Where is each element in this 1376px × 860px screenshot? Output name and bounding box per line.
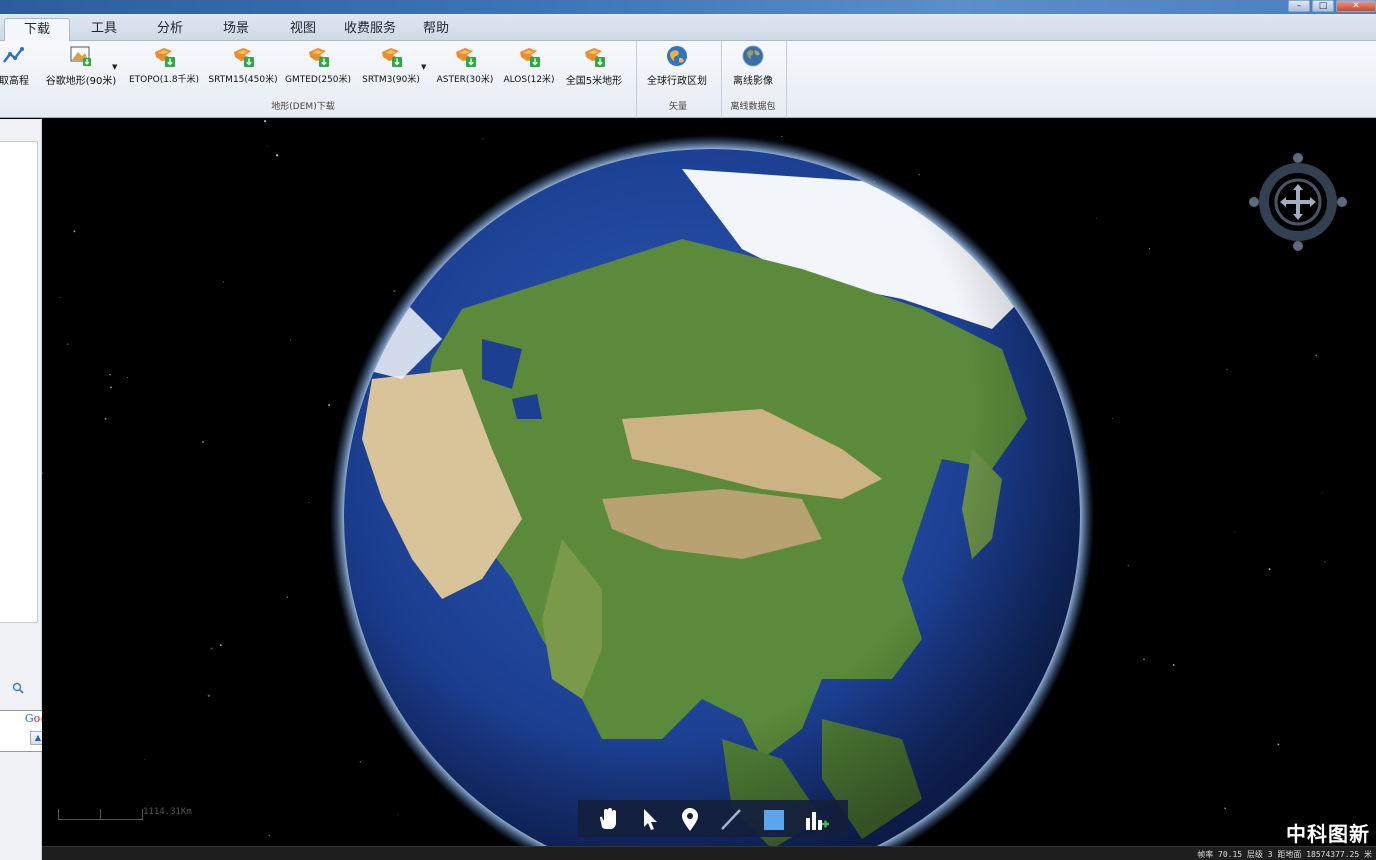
button-label: ASTER(30米) — [436, 75, 494, 85]
chart-add-icon[interactable] — [800, 804, 830, 834]
window-titlebar: – □ ✕ — [0, 0, 1376, 14]
group-label-offline: 离线数据包 — [730, 102, 776, 112]
google-terrain-dropdown[interactable]: ▼ — [110, 41, 122, 99]
brand-watermark: 中科图新 — [1286, 822, 1370, 846]
chevron-down-icon: ▼ — [421, 63, 427, 71]
earth-globe — [330, 135, 1094, 846]
search-button[interactable] — [0, 674, 40, 704]
dem-download-icon — [382, 48, 402, 67]
ribbon-tabs: 下载 工具 分析 场景 视图 收费服务 帮助 — [0, 14, 1376, 41]
dem-download-icon — [456, 48, 476, 67]
dem-download-icon — [585, 48, 605, 67]
tab-scene[interactable]: 场景 — [206, 18, 266, 41]
srtm3-dropdown[interactable]: ▼ — [419, 41, 431, 99]
scale-tick — [100, 809, 101, 820]
globe-viewport[interactable]: 1114.31Km 中科图新 — [42, 119, 1376, 846]
status-text: 帧率 70.15 层级 3 距地面 18574377.25 米 — [1197, 850, 1372, 859]
layer-tree-panel[interactable] — [0, 141, 38, 623]
scale-tick — [58, 809, 59, 820]
srtm15-download-button[interactable]: SRTM15(450米) — [205, 41, 281, 99]
etopo-download-button[interactable]: ETOPO(1.8千米) — [126, 41, 202, 99]
group-label-vector: 矢量 — [668, 102, 687, 112]
google-terrain-button[interactable]: 谷歌地形(90米) — [44, 41, 118, 99]
tab-view[interactable]: 视图 — [272, 18, 334, 41]
globe-vector-icon — [667, 46, 687, 66]
offline-imagery-button[interactable]: 离线影像 — [725, 41, 781, 99]
tab-paid-services[interactable]: 收费服务 — [338, 18, 402, 41]
placemark-pin-icon[interactable] — [675, 804, 705, 834]
elevation-chart-icon — [3, 47, 24, 63]
group-divider — [636, 41, 637, 118]
search-icon — [12, 682, 24, 694]
status-bar: 帧率 70.15 层级 3 距地面 18574377.25 米 — [42, 846, 1376, 860]
scale-bar: 1114.31Km — [58, 807, 192, 831]
minimize-button[interactable]: – — [1288, 0, 1310, 12]
hand-pan-icon[interactable] — [593, 804, 623, 834]
chevron-down-icon: ▼ — [112, 63, 118, 71]
ribbon-panel: 取高程 谷歌地形(90米) ▼ ETOPO(1.8千米) SRTM15(450米… — [0, 41, 1376, 118]
tab-analysis[interactable]: 分析 — [140, 18, 200, 41]
button-label: GMTED(250米) — [284, 75, 352, 85]
dem-download-icon — [309, 48, 329, 67]
button-label: ETOPO(1.8千米) — [128, 75, 200, 85]
dem-download-icon — [520, 48, 540, 67]
dem-download-icon — [234, 48, 254, 67]
global-admin-divisions-button[interactable]: 全球行政区划 — [642, 41, 712, 99]
dem-download-icon — [155, 48, 175, 67]
tab-download[interactable]: 下载 — [4, 18, 70, 41]
button-label: SRTM3(90米) — [362, 75, 420, 85]
button-label: 取高程 — [0, 76, 29, 87]
button-label: 离线影像 — [733, 76, 773, 87]
pointer-select-icon[interactable] — [634, 804, 664, 834]
group-divider — [786, 41, 787, 118]
left-panel: Google ▲ ▼ — [0, 119, 69, 860]
button-label: 全国5米地形 — [565, 76, 623, 87]
srtm3-download-button[interactable]: SRTM3(90米) — [358, 41, 424, 99]
button-label: 全球行政区划 — [647, 76, 707, 87]
maximize-button[interactable]: □ — [1312, 0, 1334, 12]
navigation-compass[interactable] — [1248, 152, 1348, 252]
window-controls: – □ ✕ — [1288, 0, 1376, 12]
earth-offline-icon — [742, 45, 764, 67]
gmted-download-button[interactable]: GMTED(250米) — [283, 41, 353, 99]
button-label: ALOS(12米) — [503, 75, 555, 85]
terrain-image-icon — [70, 46, 91, 66]
aster-download-button[interactable]: ASTER(30米) — [434, 41, 496, 99]
close-button[interactable]: ✕ — [1336, 0, 1376, 12]
app-root: – □ ✕ 下载 工具 分析 场景 视图 收费服务 帮助 取高程 谷歌地形(90… — [0, 0, 1376, 860]
group-label-dem: 地形(DEM)下载 — [271, 102, 335, 112]
line-draw-icon[interactable] — [716, 804, 746, 834]
china-5m-terrain-button[interactable]: 全国5米地形 — [562, 41, 626, 99]
get-elevation-button[interactable]: 取高程 — [0, 41, 34, 99]
button-label: 谷歌地形(90米) — [45, 76, 117, 87]
tab-help[interactable]: 帮助 — [408, 18, 464, 41]
button-label: SRTM15(450米) — [208, 75, 278, 85]
map-toolbar — [578, 800, 848, 837]
tab-tools[interactable]: 工具 — [74, 18, 134, 41]
scale-label: 1114.31Km — [143, 807, 192, 817]
polygon-square-icon[interactable] — [758, 804, 788, 834]
alos-download-button[interactable]: ALOS(12米) — [500, 41, 558, 99]
